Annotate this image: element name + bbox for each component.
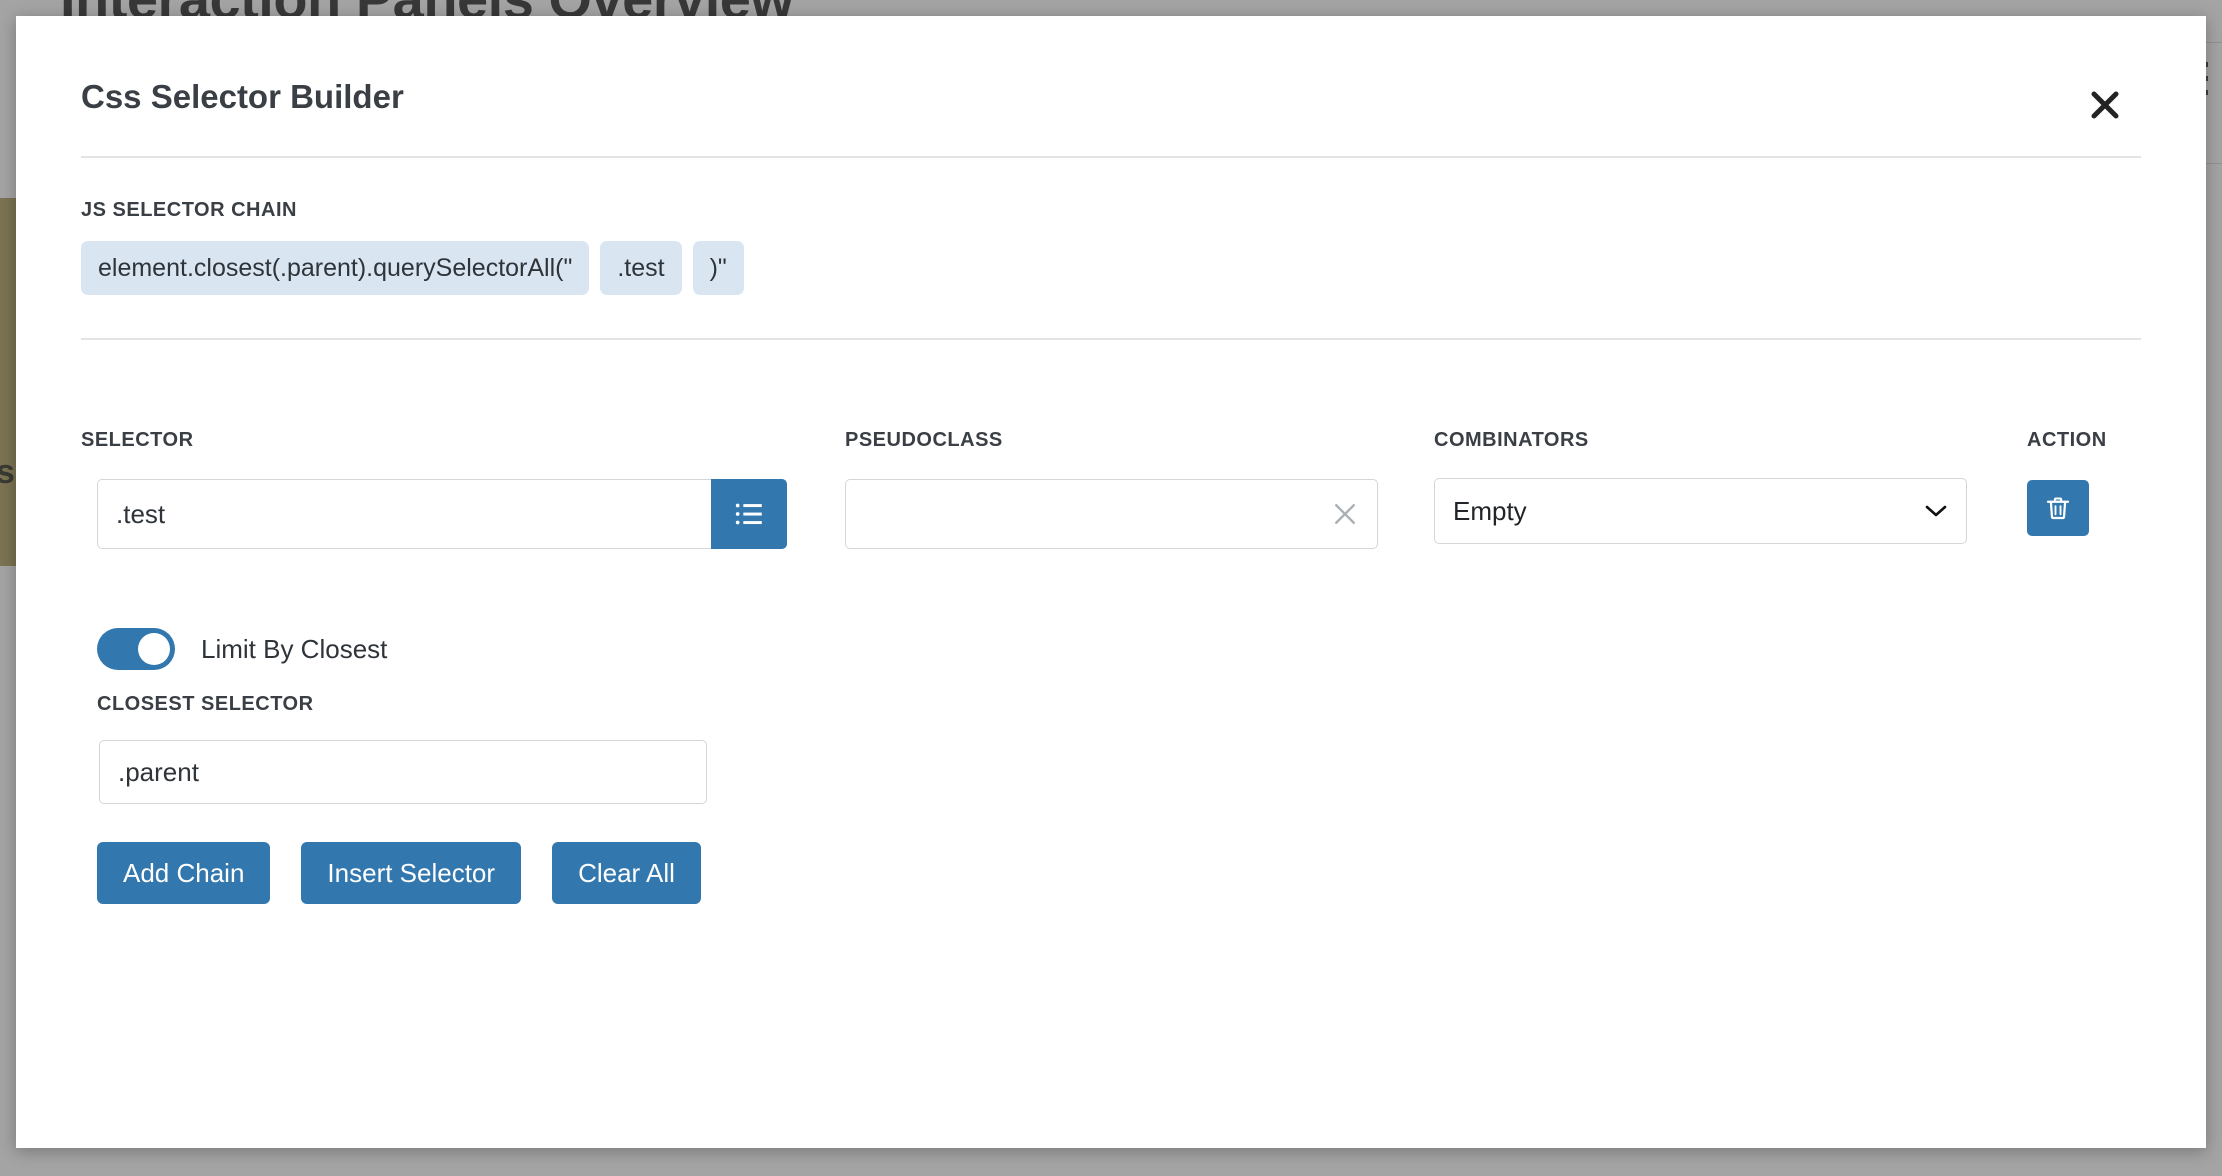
column-header-selector: SELECTOR	[81, 429, 194, 451]
add-chain-button[interactable]: Add Chain	[97, 842, 271, 904]
limit-by-closest-toggle[interactable]	[97, 628, 175, 670]
list-icon[interactable]	[711, 479, 787, 549]
pseudoclass-field-group	[845, 479, 1378, 549]
insert-selector-button[interactable]: Insert Selector	[301, 842, 522, 904]
combinators-field-group: Empty	[1434, 478, 1967, 544]
column-header-action: ACTION	[2027, 429, 2107, 451]
dialog-title: Css Selector Builder	[81, 78, 404, 115]
limit-by-closest-row: Limit By Closest	[97, 628, 387, 670]
pseudoclass-input[interactable]	[845, 479, 1378, 549]
close-icon[interactable]	[2078, 78, 2132, 132]
js-selector-chain: element.closest(.parent).querySelectorAl…	[81, 241, 744, 295]
delete-row-button[interactable]	[2027, 480, 2089, 536]
chain-chip[interactable]: element.closest(.parent).querySelectorAl…	[81, 241, 590, 295]
chain-chip[interactable]: )"	[692, 241, 744, 295]
clear-all-button[interactable]: Clear All	[552, 842, 701, 904]
js-selector-chain-label: JS SELECTOR CHAIN	[81, 199, 297, 221]
chain-chip[interactable]: .test	[600, 241, 682, 295]
closest-selector-label: CLOSEST SELECTOR	[97, 693, 314, 715]
dialog-action-buttons: Add Chain Insert Selector Clear All	[97, 842, 701, 904]
css-selector-builder-dialog: Css Selector Builder JS SELECTOR CHAIN e…	[16, 16, 2206, 1148]
chain-divider	[81, 338, 2141, 340]
limit-by-closest-label: Limit By Closest	[201, 633, 388, 664]
clear-x-icon[interactable]	[1328, 497, 1362, 531]
header-divider	[81, 156, 2141, 158]
toggle-knob	[138, 633, 170, 665]
column-header-pseudoclass: PSEUDOCLASS	[845, 429, 1003, 451]
closest-selector-input[interactable]	[99, 740, 707, 804]
selector-field-group	[97, 479, 787, 549]
combinators-select[interactable]: Empty	[1434, 478, 1967, 544]
column-header-combinators: COMBINATORS	[1434, 429, 1589, 451]
trash-icon	[2046, 497, 2070, 520]
dialog-header: Css Selector Builder	[16, 16, 2206, 148]
selector-input[interactable]	[97, 479, 711, 549]
